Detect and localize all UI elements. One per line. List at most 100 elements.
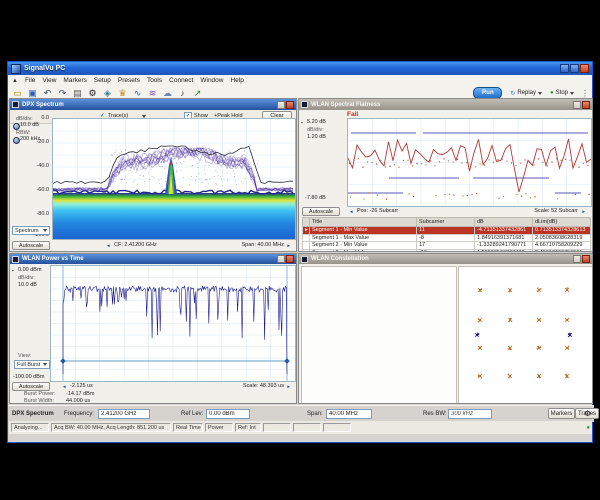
dpx-cf-readout[interactable]: CF: 2.41200 GHz: [114, 242, 157, 248]
stop-dropdown-arrow-icon[interactable]: [570, 92, 574, 95]
selected-measurement-label[interactable]: DPX Spectrum: [12, 411, 54, 417]
close-button[interactable]: [580, 64, 589, 73]
ref-lev-input[interactable]: [206, 409, 250, 419]
pvt-pan-left-icon[interactable]: ◄: [62, 384, 66, 389]
row-selector-header: [303, 218, 310, 227]
menu-markers[interactable]: Markers: [63, 77, 86, 84]
settings-gear-icon[interactable]: ⚙: [584, 409, 591, 418]
constellation-panel-close-button[interactable]: [582, 255, 590, 263]
table-row[interactable]: Segment 1 - Max Value -8 1.8491639137168…: [303, 234, 591, 242]
menu-window[interactable]: Window: [200, 77, 223, 84]
flatness-results-table: Title Subcarrier dB dLim(dB) ▸ Segment 1…: [302, 217, 591, 252]
replay-icon: ↻: [510, 90, 515, 97]
burst-width-value: 44.000 us: [66, 398, 90, 404]
window-titlebar[interactable]: SignalVu PC: [8, 62, 592, 75]
status-empty-cell: [263, 423, 291, 432]
cell-db: -4.71351337432861: [475, 227, 533, 235]
flatness-panel-icon: [301, 101, 308, 108]
flatness-status-badge: Fail: [347, 111, 358, 118]
menu-tools[interactable]: Tools: [147, 77, 162, 84]
dpx-autoscale-button[interactable]: Autoscale: [12, 241, 50, 250]
res-bw-input[interactable]: [448, 409, 492, 419]
status-state: Analyzing...: [11, 423, 49, 432]
flatness-dbdiv-value[interactable]: 1.20 dB: [307, 134, 326, 140]
flatness-autoscale-button[interactable]: Autoscale: [302, 207, 340, 216]
cell-subcarrier: 11: [417, 227, 475, 235]
dpx-rbw-knob-icon[interactable]: [13, 137, 20, 144]
dpx-spectrum-panel: DPX Spectrum ✓ Trace(s) ✓ Show +Peak Hol…: [9, 98, 297, 252]
cell-title: Segment 2 - Max Value: [310, 249, 417, 252]
pvt-ytop-value[interactable]: 0.00 dBm: [18, 267, 42, 273]
pvt-autoscale-button[interactable]: Autoscale: [12, 382, 50, 391]
app-menu-icon: ▲: [12, 78, 18, 84]
dpx-ytick-3: -60.0: [26, 187, 49, 193]
dpx-dbdiv-knob-icon[interactable]: [13, 123, 20, 130]
col-dlim: dLim(dB): [533, 218, 591, 227]
flatness-pos-readout[interactable]: Pos: -26 Subcarr: [357, 208, 398, 214]
pvt-panel-close-button[interactable]: [286, 255, 294, 263]
table-row[interactable]: Segment 2 - Max Value -19 1.509835062434…: [303, 249, 591, 252]
flatness-ytop-value[interactable]: 5.20 dB: [307, 119, 326, 125]
span-input[interactable]: [326, 409, 372, 419]
flatness-ybottom-value: -7.80 dB: [305, 195, 326, 201]
pvt-panel-icon: [12, 256, 19, 263]
pvt-panel-titlebar[interactable]: WLAN Power vs Time: [10, 254, 296, 264]
menu-help[interactable]: Help: [230, 77, 243, 84]
replay-label: Replay: [517, 90, 536, 96]
stop-icon: ●: [550, 90, 554, 96]
pvt-pos-readout[interactable]: -2.125 us: [70, 383, 93, 389]
pvt-scale-readout[interactable]: Scale: 48.393 us: [243, 383, 284, 389]
markers-button[interactable]: Markers: [548, 408, 575, 419]
frequency-label: Frequency:: [64, 411, 94, 417]
stop-button[interactable]: ● Stop: [550, 90, 574, 96]
cell-subcarrier: -19: [417, 249, 475, 252]
replay-dropdown-arrow-icon[interactable]: [538, 92, 542, 95]
dpx-pan-left-icon[interactable]: ◄: [106, 243, 110, 248]
dpx-panel-maximize-button[interactable]: [277, 101, 285, 109]
flatness-panel-maximize-button[interactable]: [573, 101, 581, 109]
table-row[interactable]: Segment 2 - Min Value 17 -1.332892417907…: [303, 242, 591, 250]
dpx-ytick-4: -80.0: [26, 211, 49, 217]
flatness-panel-close-button[interactable]: [582, 101, 590, 109]
minimize-button[interactable]: [560, 64, 569, 73]
dpx-ytick-1: -20.0: [26, 139, 49, 145]
dpx-panel-close-button[interactable]: [286, 101, 294, 109]
view-select[interactable]: Full Burst: [14, 360, 50, 369]
cell-db: 1.84916391371681: [475, 234, 533, 242]
cell-title: Segment 1 - Max Value: [310, 234, 417, 242]
menu-connect[interactable]: Connect: [169, 77, 193, 84]
flatness-pan-left-icon[interactable]: ◄: [349, 209, 353, 214]
constellation-panel-maximize-button[interactable]: [573, 255, 581, 263]
replay-button[interactable]: ↻ Replay: [510, 90, 542, 97]
dpx-span-readout[interactable]: Span: 40.00 MHz: [242, 242, 285, 248]
pvt-panel-maximize-button[interactable]: [277, 255, 285, 263]
cell-title: Segment 1 - Min Value: [310, 227, 417, 235]
pvt-pan-right-icon[interactable]: ►: [287, 384, 291, 389]
status-empty-cell: [323, 423, 351, 432]
res-bw-label: Res BW:: [423, 411, 447, 417]
frequency-input[interactable]: [98, 409, 150, 419]
pvt-panel-title: WLAN Power vs Time: [22, 256, 84, 262]
flatness-scale-readout[interactable]: Scale: 52 Subcarr: [534, 208, 578, 214]
pvt-dbdiv-value[interactable]: 10.0 dB: [18, 282, 37, 288]
menu-setup[interactable]: Setup: [94, 77, 111, 84]
maximize-button[interactable]: [570, 64, 579, 73]
connection-status-icon: ●: [586, 425, 590, 431]
cell-dlim: 2.49016493756561: [533, 249, 591, 252]
table-row[interactable]: ▸ Segment 1 - Min Value 11 -4.7135133743…: [303, 227, 591, 235]
app-window: SignalVu PC ▲ File View Markers Setup Pr…: [7, 61, 593, 443]
menu-view[interactable]: View: [42, 77, 56, 84]
menu-file[interactable]: File: [25, 77, 35, 84]
dpx-ytick-2: -40.0: [26, 163, 49, 169]
display-type-select[interactable]: Spectrum: [12, 226, 50, 235]
dpx-panel-titlebar[interactable]: DPX Spectrum: [10, 99, 296, 110]
dpx-pan-right-icon[interactable]: ►: [287, 243, 291, 248]
dpx-dbdiv-value[interactable]: 10.0 dB: [20, 122, 39, 128]
burst-width-label: Burst Width:: [24, 398, 54, 404]
constellation-panel-titlebar[interactable]: WLAN Constellation: [299, 254, 592, 264]
menu-presets[interactable]: Presets: [118, 77, 140, 84]
display-type-value: Spectrum: [15, 228, 39, 234]
more-options-icon[interactable]: ⋮: [581, 89, 589, 98]
flatness-panel-titlebar[interactable]: WLAN Spectral Flatness: [299, 99, 592, 110]
flatness-pan-right-icon[interactable]: ►: [582, 209, 586, 214]
